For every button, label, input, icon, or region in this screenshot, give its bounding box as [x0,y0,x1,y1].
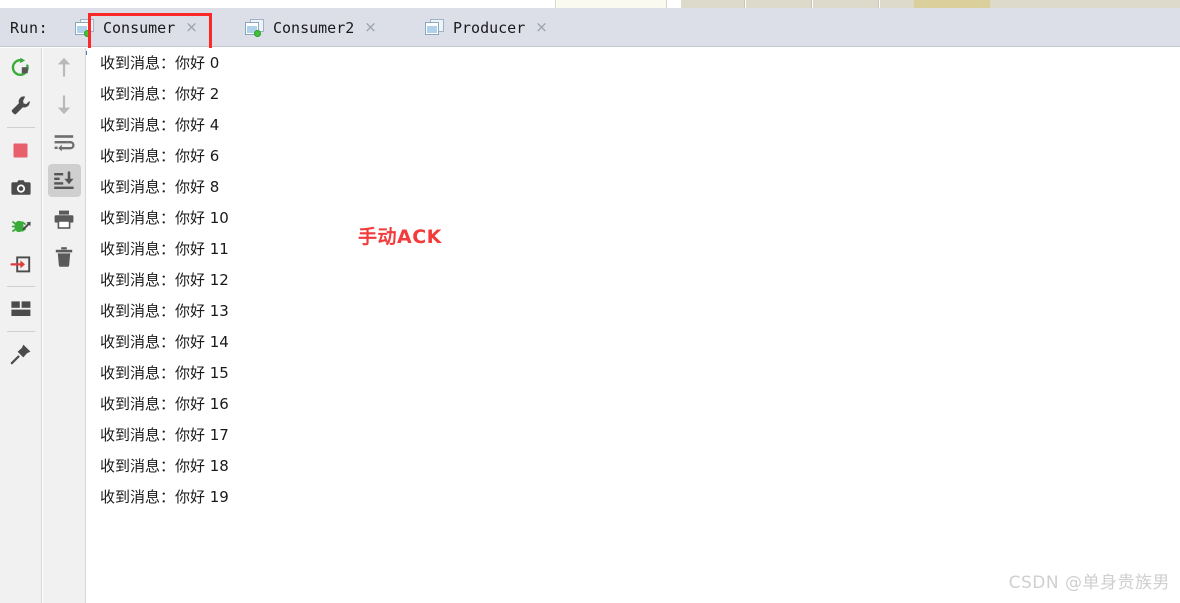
debug-bug-icon[interactable] [0,207,41,245]
background-strip-white [0,0,556,8]
background-strip-cell-highlight [914,0,990,8]
pin-icon[interactable] [0,335,41,373]
console-line: 收到消息：你好 17 [100,426,229,444]
run-tab-producer[interactable]: Producer × [425,8,548,47]
rerun-icon[interactable] [0,48,41,86]
run-label: Run: [10,19,49,37]
console-line: 收到消息：你好 4 [100,116,220,134]
background-strip-cream [557,0,667,8]
console-line: 收到消息：你好 11 [100,240,229,258]
background-strip-cell-1 [681,0,745,8]
scroll-to-end-icon[interactable] [43,162,85,200]
run-toolbar-secondary [43,48,86,603]
running-indicator-dot [84,29,91,37]
run-tab-label: Consumer [103,18,176,37]
toolbar-separator [6,286,35,287]
soft-wrap-icon[interactable] [43,124,85,162]
close-icon[interactable]: × [364,20,377,35]
console-line: 收到消息：你好 12 [100,271,229,289]
console-line: 收到消息：你好 0 [100,54,220,72]
background-strip-cell-3 [813,0,879,8]
console-output[interactable]: 收到消息：你好 0 收到消息：你好 2 收到消息：你好 4 收到消息：你好 6 收到消息… [87,48,1180,603]
console-line: 收到消息：你好 15 [100,364,229,382]
print-icon[interactable] [43,200,85,238]
background-strip-cell-2 [746,0,812,8]
camera-icon[interactable] [0,169,41,207]
console-line: 收到消息：你好 18 [100,457,229,475]
run-tool-window: Run: Consumer × Consumer2 × Producer × 收… [0,0,1180,603]
console-line: 收到消息：你好 14 [100,333,229,351]
run-window-icon [75,18,95,37]
run-window-icon [245,18,265,37]
console-line: 收到消息：你好 10 [100,209,229,227]
arrow-up-icon[interactable] [43,48,85,86]
stop-icon[interactable] [0,131,41,169]
toolbar-separator [6,127,35,128]
console-line: 收到消息：你好 2 [100,85,220,103]
running-indicator-dot [254,29,261,37]
background-strip-cell-5 [990,0,1180,8]
run-tab-consumer2[interactable]: Consumer2 × [245,8,377,47]
console-line: 收到消息：你好 19 [100,488,229,506]
close-icon[interactable]: × [185,20,198,35]
run-window-icon [425,18,445,37]
watermark: CSDN @单身贵族男 [1008,573,1170,593]
background-window-strip [0,0,1180,8]
arrow-down-icon[interactable] [43,86,85,124]
layout-icon[interactable] [0,290,41,328]
toolbar-separator [6,331,35,332]
run-toolbar-primary [0,48,42,603]
console-line: 收到消息：你好 16 [100,395,229,413]
background-strip-gap [668,0,681,8]
trash-icon[interactable] [43,238,85,276]
close-icon[interactable]: × [535,20,548,35]
console-line: 收到消息：你好 13 [100,302,229,320]
run-tab-label: Producer [453,18,526,37]
run-tab-label: Consumer2 [273,18,355,37]
console-line: 收到消息：你好 6 [100,147,220,165]
run-tab-consumer[interactable]: Consumer × [75,8,198,47]
wrench-icon[interactable] [0,86,41,124]
resume-arrow-icon[interactable] [0,245,41,283]
annotation-text: 手动ACK [358,226,442,248]
console-line: 收到消息：你好 8 [100,178,220,196]
background-strip-cell-4 [880,0,914,8]
run-tab-bar: Run: Consumer × Consumer2 × Producer × [0,8,1180,55]
